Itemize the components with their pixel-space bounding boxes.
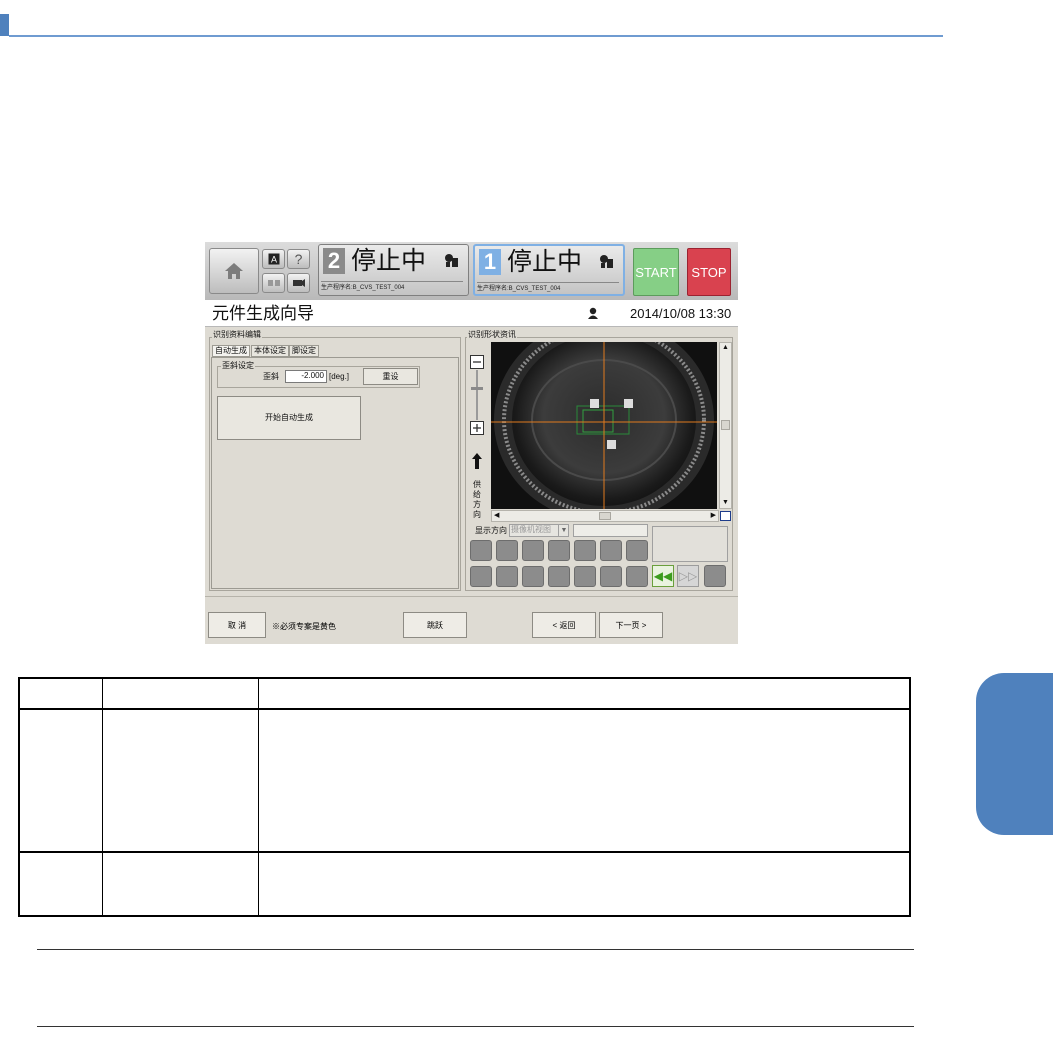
display-field [573, 524, 648, 537]
shape-info-label: 识别形状资讯 [467, 330, 517, 340]
scroll-left-icon[interactable]: ◀ [494, 511, 499, 521]
note-rule-top [37, 949, 914, 950]
auto-mode-button[interactable]: A [262, 249, 285, 269]
help-icon: ? [294, 251, 303, 267]
operator-button[interactable] [262, 273, 285, 293]
datetime: 2014/10/08 13:30 [630, 306, 732, 321]
table-row-rule [18, 851, 911, 853]
grid-button[interactable] [522, 540, 544, 561]
tab-lead-settings[interactable]: 脚设定 [289, 345, 319, 357]
tab-content [211, 357, 459, 589]
camera-button[interactable] [287, 273, 310, 293]
zoom-slider-track[interactable] [476, 370, 478, 420]
chevron-down-icon[interactable]: ▼ [558, 525, 569, 536]
tab-auto-generate[interactable]: 自动生成 [212, 345, 250, 357]
grid-button[interactable] [600, 540, 622, 561]
app-screenshot: A ? 2 停止中 生产程序名:B_CVS_TEST_004 1 停止中 生产程… [205, 242, 738, 644]
lane-2-status[interactable]: 2 停止中 生产程序名:B_CVS_TEST_004 [318, 244, 469, 296]
header-rule [9, 35, 943, 37]
grid-button[interactable] [600, 566, 622, 587]
reset-button[interactable]: 重设 [363, 368, 418, 385]
horizontal-scroll-thumb[interactable] [599, 512, 611, 520]
home-button[interactable] [209, 248, 259, 294]
lane-2-number: 2 [323, 248, 345, 274]
lane-1-number: 1 [479, 249, 501, 275]
lane-1-status[interactable]: 1 停止中 生产程序名:B_CVS_TEST_004 [473, 244, 625, 296]
tilt-unit: [deg.] [329, 372, 350, 381]
table-column-rule [102, 677, 103, 917]
bottom-divider [205, 596, 738, 597]
recognition-data-group-label: 识别资料编辑 [212, 330, 262, 340]
grid-button[interactable] [574, 566, 596, 587]
svg-text:A: A [270, 255, 276, 265]
stop-button[interactable]: STOP [687, 248, 731, 296]
grid-button[interactable] [522, 566, 544, 587]
operator-icon [267, 280, 280, 286]
grid-button[interactable] [548, 540, 570, 561]
home-icon [225, 263, 243, 279]
jump-button[interactable]: 跳跃 [403, 612, 467, 638]
scroll-right-icon[interactable]: ▶ [711, 511, 716, 521]
grid-button[interactable] [704, 565, 726, 587]
grid-button[interactable] [574, 540, 596, 561]
scroll-down-icon[interactable]: ▼ [720, 498, 731, 508]
preview-box [652, 526, 728, 562]
display-direction-label: 显示方向 [475, 526, 507, 535]
grid-button[interactable] [496, 540, 518, 561]
lane-icon [445, 254, 458, 267]
cancel-button[interactable]: 取 消 [208, 612, 266, 638]
lane-1-status-text: 停止中 [507, 248, 583, 276]
chapter-side-tab [976, 673, 1053, 835]
rewind-icon[interactable]: ◀◀ [652, 565, 674, 587]
lane-icon [600, 255, 613, 268]
grid-button[interactable] [470, 566, 492, 587]
camera-icon [292, 279, 305, 287]
auto-icon: A [268, 253, 279, 265]
table-column-rule [258, 677, 259, 917]
arrow-up-icon [472, 453, 482, 469]
lane-1-program: 生产程序名:B_CVS_TEST_004 [477, 282, 619, 295]
tab-body-settings[interactable]: 本体设定 [251, 345, 289, 357]
description-table [18, 677, 911, 917]
vertical-scroll-thumb[interactable] [721, 420, 730, 430]
supply-direction-label: 供给方向 [473, 480, 481, 519]
lane-2-program: 生产程序名:B_CVS_TEST_004 [321, 281, 463, 294]
tilt-settings-label: 歪斜设定 [221, 361, 255, 371]
fit-view-button[interactable] [720, 511, 731, 521]
scroll-up-icon[interactable]: ▲ [720, 343, 731, 353]
grid-button[interactable] [548, 566, 570, 587]
camera-image [491, 342, 717, 509]
note-rule-bottom [37, 1026, 914, 1027]
start-auto-generate-button[interactable]: 开始自动生成 [217, 396, 361, 440]
tilt-label: 歪斜 [263, 372, 279, 381]
header-marker [0, 14, 9, 36]
table-header-rule [18, 708, 911, 710]
screen-title: 元件生成向导 [212, 304, 314, 323]
start-button[interactable]: START [633, 248, 679, 296]
camera-view[interactable] [491, 342, 717, 509]
grid-button[interactable] [496, 566, 518, 587]
zoom-in-icon[interactable] [470, 421, 484, 435]
required-note: ※必须专案是黄色 [272, 622, 336, 631]
next-button[interactable]: 下一页 > [599, 612, 663, 638]
fast-forward-icon[interactable]: ▷▷ [677, 565, 699, 587]
horizontal-scrollbar[interactable]: ◀ ▶ [491, 510, 719, 522]
top-toolbar: A ? 2 停止中 生产程序名:B_CVS_TEST_004 1 停止中 生产程… [205, 242, 738, 300]
grid-button[interactable] [626, 540, 648, 561]
grid-button[interactable] [626, 566, 648, 587]
zoom-out-icon[interactable] [470, 355, 484, 369]
grid-button[interactable] [470, 540, 492, 561]
tilt-input[interactable]: -2.000 [285, 370, 327, 383]
back-button[interactable]: < 返回 [532, 612, 596, 638]
user-icon [588, 307, 598, 319]
help-button[interactable]: ? [287, 249, 310, 269]
zoom-slider-thumb[interactable] [471, 387, 483, 390]
title-bar: 元件生成向导 2014/10/08 13:30 [205, 300, 738, 327]
vertical-scrollbar[interactable]: ▲ ▼ [719, 342, 732, 509]
lane-2-status-text: 停止中 [351, 247, 427, 275]
